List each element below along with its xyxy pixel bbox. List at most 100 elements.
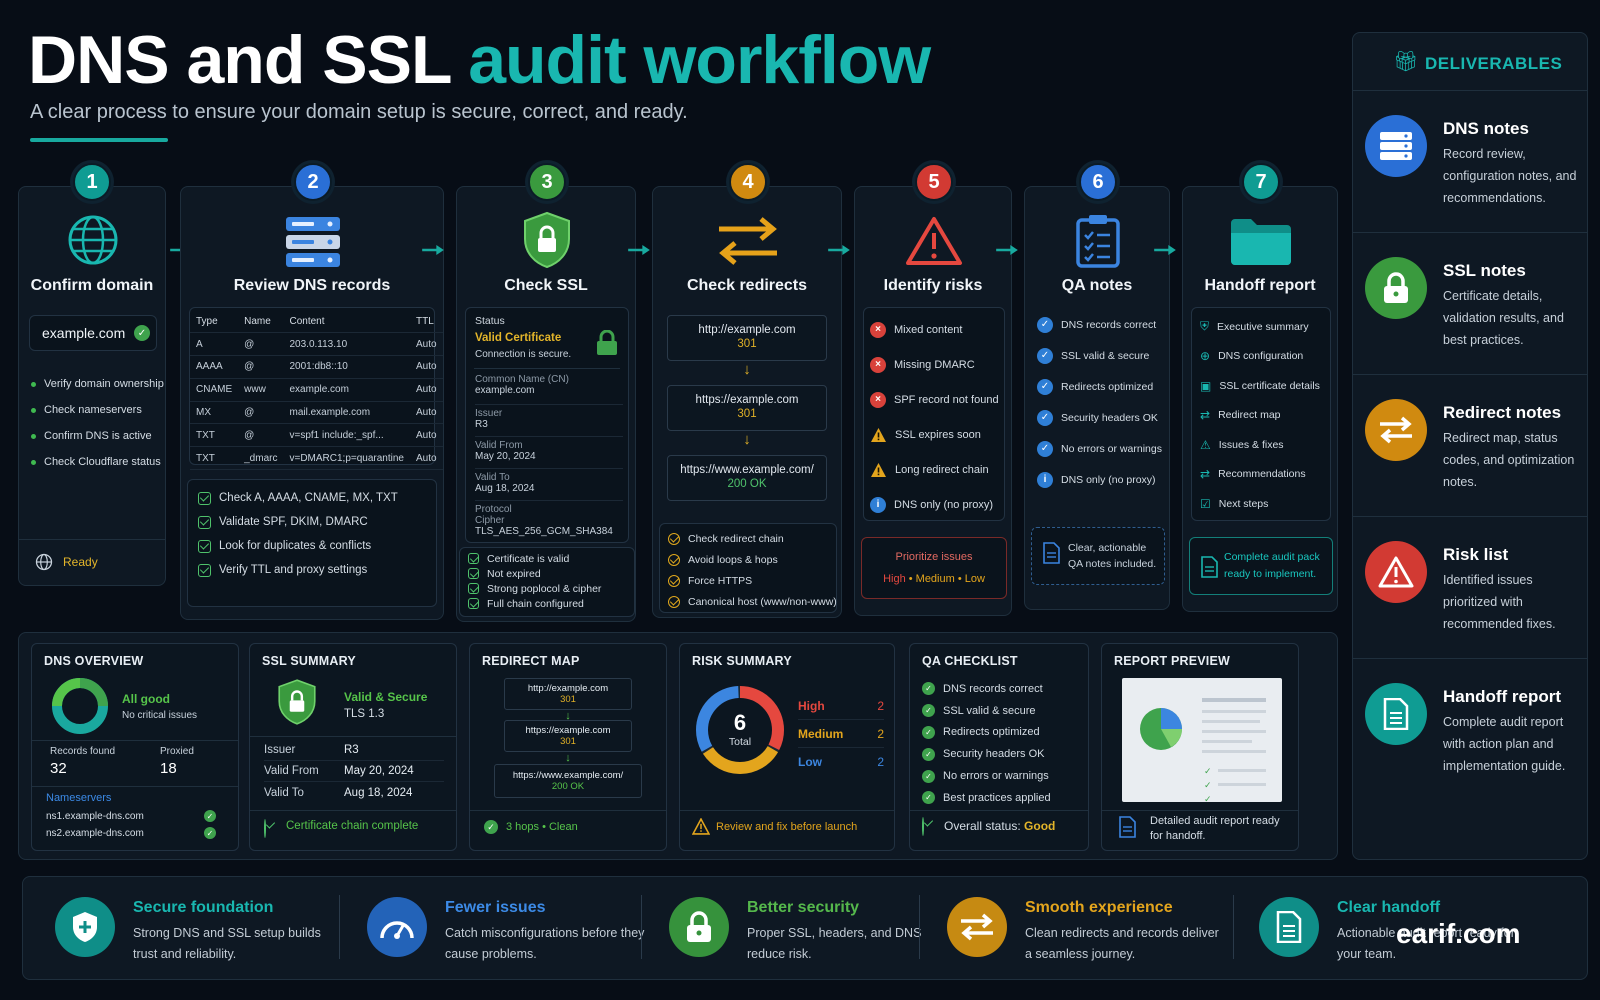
- lock-icon: [669, 897, 729, 957]
- lock-icon: ▣: [1200, 378, 1212, 393]
- checkbox-icon: [198, 515, 211, 529]
- gift-icon: 🎁︎: [1393, 51, 1419, 73]
- redirect-hop: https://example.com 301: [504, 720, 632, 752]
- qa-note-text: Clear, actionable QA notes included.: [1068, 542, 1157, 570]
- warning-icon: [906, 217, 962, 265]
- benefit-fewer-issues: Fewer issues Catch misconfigurations bef…: [367, 877, 657, 977]
- redirect-hop: http://example.com 301: [667, 315, 827, 361]
- list-item: Long redirect chain: [870, 452, 998, 487]
- check-circle-icon: ✓: [922, 791, 935, 805]
- step-number: 3: [528, 163, 566, 201]
- table-row[interactable]: TXT @ v=spf1 include:_spf... Auto: [190, 423, 443, 448]
- list-item: Check nameservers: [31, 397, 164, 423]
- warning-icon: [871, 462, 886, 477]
- step-title: QA notes: [1061, 277, 1133, 294]
- checkbox-icon: [468, 568, 479, 579]
- checkbox-icon: [468, 553, 479, 564]
- priority-levels: High • Medium • Low: [883, 573, 985, 585]
- overall-status: Overall status: Good: [944, 819, 1056, 833]
- checkbox-icon: [198, 539, 211, 553]
- report-preview-card: REPORT PREVIEW ✓ ✓ ✓ Detailed audit report…: [1101, 643, 1299, 851]
- check-circle-icon: ✓: [1037, 440, 1053, 457]
- redirect-hop: https://www.example.com/200 OK: [494, 764, 642, 798]
- check-circle-icon: ✓: [204, 810, 216, 822]
- list-item: i DNS only (no proxy): [870, 487, 998, 522]
- list-item: Full chain configured: [468, 596, 626, 611]
- padlock-icon: [597, 330, 617, 355]
- qa-list: ✓ DNS records correct ✓ SSL valid & secure…: [1037, 309, 1162, 495]
- legend-row: Low 2: [798, 755, 884, 769]
- redirect-footer: 3 hops • Clean: [506, 821, 578, 833]
- clipboard-checklist-icon: [1076, 215, 1120, 268]
- ssl-checklist: Certificate is valid Not expired Strong …: [459, 547, 635, 617]
- document-icon: [1201, 556, 1218, 578]
- risk-footer: Review and fix before launch: [716, 821, 858, 833]
- list-item: Certificate is valid: [468, 551, 626, 566]
- check-circle-icon: ✓: [1037, 378, 1053, 395]
- redirect-checklist: Check redirect chain Avoid loops & hops …: [659, 523, 837, 613]
- list-item: ✓ DNS records correct: [1037, 309, 1162, 340]
- step-title: Review DNS records: [233, 277, 391, 294]
- redirect-hop: http://example.com 301: [504, 678, 632, 710]
- step-number: 1: [73, 163, 111, 201]
- folder-icon: [1231, 219, 1291, 265]
- shield-icon: ⛨: [1200, 319, 1210, 334]
- list-item: ⇄ Redirect map: [1200, 408, 1281, 423]
- handoff-note-box: Complete audit pack ready to implement.: [1189, 537, 1333, 595]
- step-1-confirm-domain: 1 Confirm domain example.com ✓ Verify do…: [18, 163, 166, 586]
- step-title: Confirm domain: [30, 277, 154, 294]
- step-2-review-dns: 2 Review DNS records Type Name Content TTL …: [180, 163, 444, 620]
- error-icon: ×: [870, 391, 886, 408]
- list-item: ✓ SSL valid & secure: [922, 700, 1051, 722]
- watermark: earif.com: [1396, 918, 1521, 949]
- table-row[interactable]: MX @ mail.example.com Auto: [190, 401, 443, 425]
- table-row[interactable]: AAAA @2001:db8::10 Auto: [190, 355, 443, 379]
- table-row: Issuer R3: [264, 740, 444, 761]
- redirect-arrows-icon: [947, 897, 1007, 957]
- domain-field[interactable]: example.com ✓: [29, 315, 157, 351]
- down-arrow-icon: ↓: [743, 431, 751, 448]
- check-box-icon: ☑: [1200, 496, 1211, 511]
- deliverables-title: DELIVERABLES: [1425, 54, 1563, 73]
- document-icon: [1259, 897, 1319, 957]
- ssl-summary-rows: Issuer R3 Valid From May 20, 2024 Valid To…: [264, 740, 444, 803]
- benefits-row: Secure foundation Strong DNS and SSL set…: [22, 876, 1588, 980]
- table-row[interactable]: A @203.0.113.10 Auto: [190, 332, 443, 357]
- status-label: Status: [475, 315, 505, 327]
- deliverables-panel: 🎁︎ DELIVERABLES DNS notes Record review,…: [1352, 32, 1588, 860]
- deliverable-ssl-notes: SSL notes Certificate details, validatio…: [1353, 233, 1587, 375]
- step-title: Identify risks: [883, 277, 983, 294]
- list-item: ✓ No errors or warnings: [1037, 433, 1162, 464]
- info-icon: i: [870, 496, 886, 513]
- list-item: Check Cloudflare status: [31, 449, 164, 475]
- step-number: 4: [729, 163, 767, 201]
- check-circle-icon: ✓: [1037, 409, 1053, 426]
- list-item: Canonical host (www/non-www): [668, 591, 837, 612]
- table-row[interactable]: CNAME www example.com Auto: [190, 378, 443, 402]
- list-item: Validate SPF, DKIM, DMARC: [198, 510, 426, 534]
- table-row[interactable]: TXT _dmarc v=DMARC1;p=quarantine Auto: [190, 446, 443, 471]
- deliverables-header: 🎁︎ DELIVERABLES: [1353, 33, 1587, 91]
- flow-arrow: [422, 245, 444, 255]
- list-item: × SPF record not found: [870, 382, 999, 417]
- warning-icon: ⚠: [1200, 437, 1211, 452]
- list-item: Check redirect chain: [668, 528, 828, 549]
- flow-arrow: [996, 245, 1018, 255]
- nameserver-item: ns1.example-dns.com: [46, 811, 144, 822]
- checkbox-icon: [468, 598, 479, 609]
- status-value: Valid Certificate: [475, 332, 562, 344]
- down-arrow-icon: ↓: [743, 361, 751, 378]
- risk-legend: High 2 Medium 2 Low 2: [798, 692, 884, 776]
- check-circle-icon: [264, 819, 266, 838]
- list-item: × Mixed content: [870, 312, 998, 347]
- list-item: ✓ No errors or warnings: [922, 765, 1051, 787]
- legend-row: Medium 2: [798, 720, 884, 748]
- check-circle-icon: [922, 817, 924, 836]
- report-footer: Detailed audit report ready for handoff.: [1150, 815, 1280, 842]
- error-icon: ×: [870, 356, 886, 373]
- list-item: ✓ Security headers OK: [922, 743, 1051, 765]
- info-icon: i: [1037, 471, 1053, 488]
- check-circle-icon: ✓: [484, 820, 498, 834]
- check-circle-icon: ✓: [922, 747, 935, 761]
- list-item: ⛨ Executive summary: [1200, 319, 1309, 334]
